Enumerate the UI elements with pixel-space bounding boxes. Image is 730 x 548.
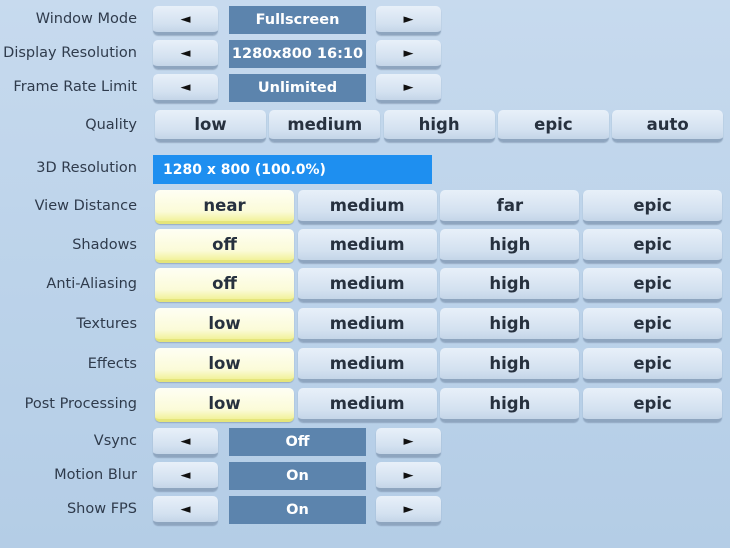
left-arrow-icon: ◄ [180,501,191,517]
shadows-epic-button[interactable]: epic [583,229,723,263]
view-distance-near-button[interactable]: near [155,190,294,224]
post-processing-high-button[interactable]: high [440,388,580,422]
view-distance-epic-button[interactable]: epic [583,190,723,224]
next-vsync-button[interactable]: ► [376,428,441,457]
left-arrow-icon: ◄ [180,45,191,61]
prev-show-fps-button[interactable]: ◄ [153,496,218,525]
3d-resolution-slider[interactable]: 1280 x 800 (100.0%) [153,155,432,184]
label-window-mode: Window Mode [35,11,137,27]
post-processing-epic-button[interactable]: epic [583,388,723,422]
label-vsync: Vsync [93,433,137,449]
prev-window-mode-button[interactable]: ◄ [153,6,218,35]
next-show-fps-button[interactable]: ► [376,496,441,525]
anti-aliasing-high-button[interactable]: high [440,268,580,302]
textures-epic-button[interactable]: epic [583,308,723,342]
label-motion-blur: Motion Blur [54,467,137,483]
label-shadows: Shadows [72,237,137,253]
label-frame-rate-limit: Frame Rate Limit [13,79,137,95]
prev-display-resolution-button[interactable]: ◄ [153,40,218,69]
quality-auto-button[interactable]: auto [612,110,724,142]
window-mode-value: Fullscreen [229,6,366,34]
anti-aliasing-off-button[interactable]: off [155,268,294,302]
next-frame-rate-limit-button[interactable]: ► [376,74,441,103]
anti-aliasing-medium-button[interactable]: medium [297,268,437,302]
textures-low-button[interactable]: low [155,308,294,342]
effects-medium-button[interactable]: medium [297,348,437,382]
quality-low-button[interactable]: low [155,110,266,142]
shadows-medium-button[interactable]: medium [297,229,437,263]
display-resolution-value: 1280x800 16:10 [229,40,366,68]
right-arrow-icon: ► [403,433,414,449]
left-arrow-icon: ◄ [180,11,191,27]
right-arrow-icon: ► [403,45,414,61]
right-arrow-icon: ► [403,501,414,517]
textures-high-button[interactable]: high [440,308,580,342]
prev-motion-blur-button[interactable]: ◄ [153,462,218,491]
label-textures: Textures [76,316,137,332]
post-processing-medium-button[interactable]: medium [297,388,437,422]
next-display-resolution-button[interactable]: ► [376,40,441,69]
anti-aliasing-epic-button[interactable]: epic [583,268,723,302]
textures-medium-button[interactable]: medium [297,308,437,342]
prev-frame-rate-limit-button[interactable]: ◄ [153,74,218,103]
right-arrow-icon: ► [403,79,414,95]
effects-high-button[interactable]: high [440,348,580,382]
left-arrow-icon: ◄ [180,79,191,95]
motion-blur-value: On [229,462,366,490]
next-motion-blur-button[interactable]: ► [376,462,441,491]
label-quality: Quality [85,117,137,133]
shadows-high-button[interactable]: high [440,229,580,263]
quality-medium-button[interactable]: medium [269,110,381,142]
label-view-distance: View Distance [34,198,137,214]
left-arrow-icon: ◄ [180,433,191,449]
view-distance-far-button[interactable]: far [440,190,580,224]
vsync-value: Off [229,428,366,456]
left-arrow-icon: ◄ [180,467,191,483]
effects-low-button[interactable]: low [155,348,294,382]
effects-epic-button[interactable]: epic [583,348,723,382]
quality-high-button[interactable]: high [383,110,495,142]
post-processing-low-button[interactable]: low [155,388,294,422]
right-arrow-icon: ► [403,467,414,483]
quality-epic-button[interactable]: epic [497,110,609,142]
shadows-off-button[interactable]: off [155,229,294,263]
view-distance-medium-button[interactable]: medium [297,190,437,224]
label-display-resolution: Display Resolution [3,45,137,61]
right-arrow-icon: ► [403,11,414,27]
label-3d-resolution: 3D Resolution [36,160,137,176]
frame-rate-limit-value: Unlimited [229,74,366,102]
show-fps-value: On [229,496,366,524]
prev-vsync-button[interactable]: ◄ [153,428,218,457]
label-post-processing: Post Processing [24,396,137,412]
label-effects: Effects [87,356,137,372]
label-show-fps: Show FPS [66,501,137,517]
label-anti-aliasing: Anti-Aliasing [46,276,137,292]
next-window-mode-button[interactable]: ► [376,6,441,35]
